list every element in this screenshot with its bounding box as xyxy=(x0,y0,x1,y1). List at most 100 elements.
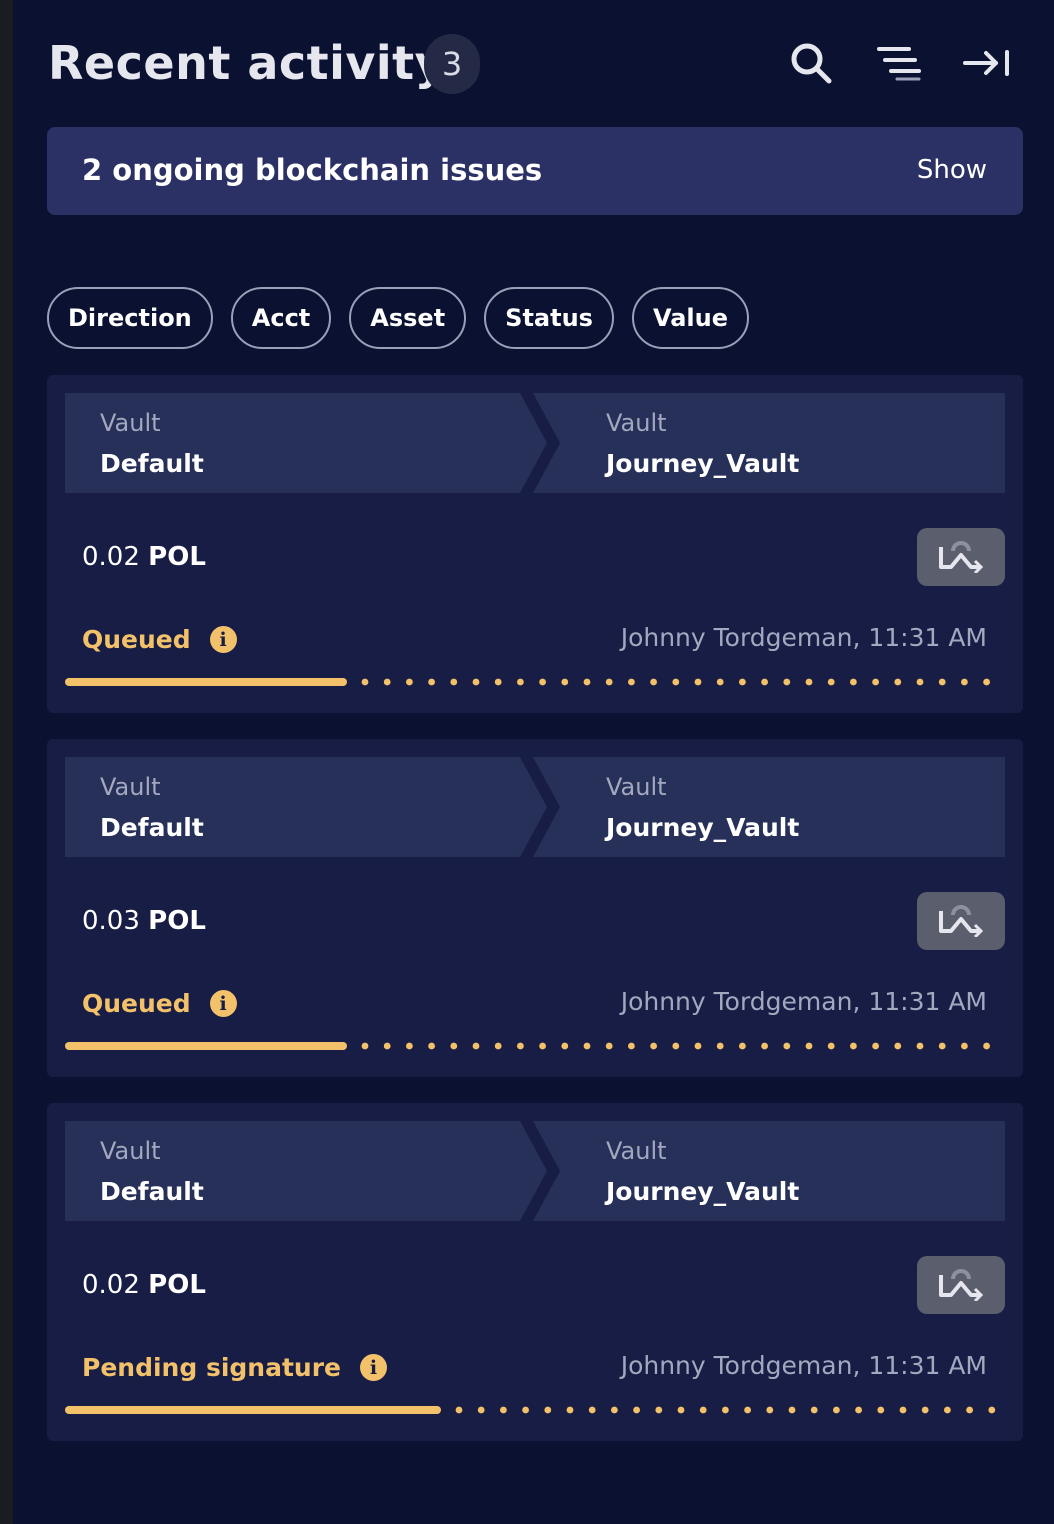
progress-bar xyxy=(65,1042,990,1050)
status-label: Pending signature xyxy=(82,1353,341,1382)
progress-remaining-dot xyxy=(472,678,480,686)
progress-remaining-dot xyxy=(672,1042,680,1050)
progress-remaining-dot xyxy=(383,1042,391,1050)
progress-remaining-dot xyxy=(827,678,835,686)
filter-menu-button[interactable] xyxy=(874,38,924,88)
blockchain-issues-banner: 2 ongoing blockchain issues Show xyxy=(47,127,1023,215)
progress-remaining-dot xyxy=(983,678,990,686)
progress-remaining-dot xyxy=(805,1042,813,1050)
source-name: Default xyxy=(100,813,204,842)
transaction-route: Vault Default Vault Journey_Vault xyxy=(65,757,1005,857)
progress-remaining-dot xyxy=(788,1406,796,1414)
progress-remaining-dot xyxy=(783,678,791,686)
progress-remaining-dot xyxy=(361,1042,369,1050)
progress-fill xyxy=(65,1042,347,1050)
progress-fill xyxy=(65,678,347,686)
panel-header: Recent activity 3 xyxy=(48,30,1018,98)
progress-remaining-dot xyxy=(583,1042,591,1050)
progress-remaining-dot xyxy=(699,1406,707,1414)
transaction-card[interactable]: Vault Default Vault Journey_Vault 0.02 P… xyxy=(47,375,1023,713)
progress-remaining-dot xyxy=(805,678,813,686)
progress-remaining-dot xyxy=(539,1042,546,1050)
filter-chip-status[interactable]: Status xyxy=(484,287,614,349)
progress-remaining-dot xyxy=(810,1406,818,1414)
progress-remaining-dot xyxy=(361,678,369,686)
destination-name: Journey_Vault xyxy=(606,813,800,842)
source-name: Default xyxy=(100,449,204,478)
speed-up-button[interactable] xyxy=(917,528,1005,586)
speed-up-icon xyxy=(939,541,984,573)
progress-remaining-dot xyxy=(583,678,591,686)
progress-remaining-dot xyxy=(428,678,435,686)
progress-bar xyxy=(65,1406,996,1414)
progress-remaining-dot xyxy=(406,1042,413,1050)
progress-remaining-dot xyxy=(894,1042,902,1050)
progress-remaining-dot xyxy=(744,1406,751,1414)
progress-remaining-dot xyxy=(983,1042,990,1050)
amount-value: 0.02 xyxy=(82,542,140,572)
progress-remaining-dot xyxy=(472,1042,480,1050)
progress-remaining-dot xyxy=(716,678,724,686)
source-name: Default xyxy=(100,1177,204,1206)
transaction-status: Queued i xyxy=(82,989,237,1018)
progress-remaining-dot xyxy=(894,678,902,686)
progress-remaining-dot xyxy=(450,1042,458,1050)
transaction-amount: 0.02 POL xyxy=(82,1270,206,1300)
progress-remaining-dot xyxy=(605,678,613,686)
filter-chip-acct[interactable]: Acct xyxy=(230,287,332,349)
progress-remaining-dot xyxy=(517,678,524,686)
progress-remaining-dot xyxy=(522,1406,529,1414)
filter-chip-asset[interactable]: Asset xyxy=(349,287,467,349)
destination-name: Journey_Vault xyxy=(606,1177,800,1206)
speed-up-button[interactable] xyxy=(917,1256,1005,1314)
progress-remaining-dot xyxy=(428,1042,435,1050)
transaction-card[interactable]: Vault Default Vault Journey_Vault 0.03 P… xyxy=(47,739,1023,1077)
progress-remaining-dot xyxy=(694,1042,702,1050)
progress-remaining-dot xyxy=(517,1042,524,1050)
progress-remaining-dot xyxy=(477,1406,485,1414)
collapse-panel-button[interactable] xyxy=(962,38,1012,88)
speed-up-button[interactable] xyxy=(917,892,1005,950)
destination-type: Vault xyxy=(606,773,667,801)
info-icon[interactable]: i xyxy=(209,990,237,1017)
show-issues-button[interactable]: Show xyxy=(917,155,987,185)
progress-remaining-dot xyxy=(455,1406,463,1414)
route-arrow-shape xyxy=(65,757,1005,857)
progress-remaining-dot xyxy=(694,678,702,686)
progress-remaining-dot xyxy=(588,1406,596,1414)
transaction-status: Queued i xyxy=(82,625,237,654)
progress-remaining-dot xyxy=(899,1406,907,1414)
progress-remaining-dot xyxy=(944,1406,951,1414)
progress-remaining-dot xyxy=(633,1406,640,1414)
filter-chip-direction[interactable]: Direction xyxy=(47,287,213,349)
progress-remaining-dot xyxy=(938,678,946,686)
progress-remaining-dot xyxy=(716,1042,724,1050)
progress-remaining-dot xyxy=(539,678,546,686)
search-button[interactable] xyxy=(786,38,836,88)
progress-remaining-dot xyxy=(494,1042,502,1050)
progress-remaining-dot xyxy=(655,1406,663,1414)
destination-type: Vault xyxy=(606,409,667,437)
search-icon xyxy=(791,43,832,84)
asset-symbol: POL xyxy=(148,906,206,936)
filter-chip-value[interactable]: Value xyxy=(631,287,750,349)
destination-type: Vault xyxy=(606,1137,667,1165)
info-icon[interactable]: i xyxy=(359,1354,387,1381)
progress-remaining-dot xyxy=(938,1042,946,1050)
transaction-card[interactable]: Vault Default Vault Journey_Vault 0.02 P… xyxy=(47,1103,1023,1441)
transaction-amount: 0.02 POL xyxy=(82,542,206,572)
info-icon[interactable]: i xyxy=(209,626,237,653)
activity-count-badge: 3 xyxy=(424,34,480,94)
progress-remaining-dot xyxy=(921,1406,929,1414)
progress-remaining-dot xyxy=(494,678,502,686)
progress-remaining-dot xyxy=(761,1042,768,1050)
progress-remaining-dot xyxy=(855,1406,862,1414)
asset-symbol: POL xyxy=(148,1270,206,1300)
source-type: Vault xyxy=(100,1137,161,1165)
progress-remaining-dot xyxy=(961,1042,968,1050)
filter-lines-icon xyxy=(877,47,921,81)
progress-remaining-dot xyxy=(766,1406,774,1414)
progress-remaining-dot xyxy=(872,1042,879,1050)
source-type: Vault xyxy=(100,409,161,437)
page-title: Recent activity xyxy=(48,36,446,90)
